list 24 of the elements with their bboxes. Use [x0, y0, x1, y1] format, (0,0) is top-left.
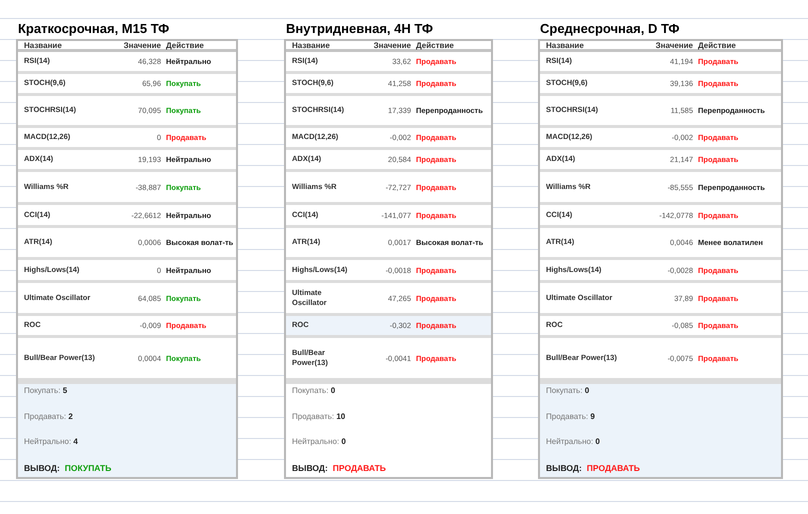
signal-count: Нейтрально: 0: [292, 437, 347, 446]
column-header: Название: [546, 41, 585, 50]
verdict-label: ВЫВОД:: [24, 462, 60, 473]
verdict-signal: ПРОДАВАТЬ: [332, 462, 386, 473]
column-header: Значение: [372, 41, 411, 50]
verdict-label: ВЫВОД:: [292, 462, 328, 473]
signal-count: Покупать: 0: [546, 386, 590, 395]
column-header: Действие: [698, 41, 737, 50]
signal-count: Продавать: 9: [546, 412, 596, 421]
signal-count: Нейтрально: 0: [546, 437, 601, 446]
verdict-signal: ПОКУПАТЬ: [64, 462, 112, 473]
column-header: Название: [24, 41, 63, 50]
signal-count: Продавать: 10: [292, 412, 346, 421]
verdict-signal: ПРОДАВАТЬ: [586, 462, 640, 473]
signal-count: Покупать: 0: [292, 386, 336, 395]
column-header: Название: [292, 41, 331, 50]
signal-count: Продавать: 2: [24, 412, 74, 421]
verdict-label: ВЫВОД:: [546, 462, 582, 473]
signal-count: Нейтрально: 4: [24, 437, 79, 446]
column-header: Значение: [654, 41, 693, 50]
column-header: Значение: [122, 41, 161, 50]
column-header: Действие: [416, 41, 455, 50]
signal-count: Покупать: 5: [24, 386, 68, 395]
column-header: Действие: [166, 41, 205, 50]
